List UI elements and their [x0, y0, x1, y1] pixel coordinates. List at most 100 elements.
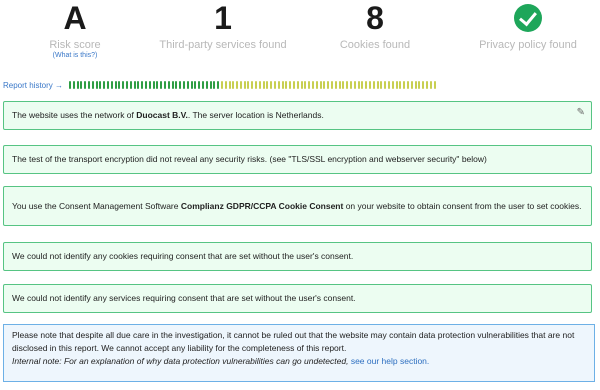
history-tick[interactable] — [270, 81, 273, 89]
history-tick[interactable] — [91, 81, 94, 89]
history-tick[interactable] — [72, 81, 75, 89]
history-tick[interactable] — [422, 81, 425, 89]
history-tick[interactable] — [406, 81, 409, 89]
history-tick[interactable] — [387, 81, 390, 89]
history-tick[interactable] — [80, 81, 83, 89]
history-tick[interactable] — [293, 81, 296, 89]
history-tick[interactable] — [133, 81, 136, 89]
history-tick[interactable] — [338, 81, 341, 89]
history-tick[interactable] — [110, 81, 113, 89]
history-tick[interactable] — [353, 81, 356, 89]
history-tick[interactable] — [175, 81, 178, 89]
history-tick[interactable] — [346, 81, 349, 89]
help-section-link[interactable]: see our help section. — [351, 356, 429, 366]
history-tick[interactable] — [243, 81, 246, 89]
history-tick[interactable] — [327, 81, 330, 89]
history-tick[interactable] — [201, 81, 204, 89]
history-tick[interactable] — [228, 81, 231, 89]
history-tick[interactable] — [247, 81, 250, 89]
history-tick[interactable] — [391, 81, 394, 89]
history-tick[interactable] — [285, 81, 288, 89]
history-tick[interactable] — [141, 81, 144, 89]
history-tick[interactable] — [312, 81, 315, 89]
history-tick[interactable] — [258, 81, 261, 89]
history-tick[interactable] — [236, 81, 239, 89]
history-tick[interactable] — [429, 81, 432, 89]
history-tick[interactable] — [365, 81, 368, 89]
history-tick[interactable] — [125, 81, 128, 89]
history-tick[interactable] — [103, 81, 106, 89]
history-tick[interactable] — [95, 81, 98, 89]
history-tick[interactable] — [205, 81, 208, 89]
history-tick[interactable] — [380, 81, 383, 89]
edit-icon[interactable]: ✎ — [577, 106, 585, 119]
history-tick[interactable] — [69, 81, 72, 89]
history-tick[interactable] — [220, 81, 223, 89]
history-tick[interactable] — [190, 81, 193, 89]
history-tick[interactable] — [107, 81, 109, 89]
history-tick[interactable] — [118, 81, 121, 89]
what-is-this-link[interactable]: (What is this?) — [0, 52, 150, 59]
history-tick[interactable] — [323, 81, 326, 89]
history-tick[interactable] — [156, 81, 159, 89]
history-tick[interactable] — [122, 81, 125, 89]
history-tick[interactable] — [262, 81, 265, 89]
history-tick[interactable] — [296, 81, 299, 89]
history-tick[interactable] — [342, 81, 345, 89]
history-tick[interactable] — [376, 81, 379, 89]
history-tick[interactable] — [368, 81, 371, 89]
history-tick[interactable] — [137, 81, 140, 89]
history-tick[interactable] — [129, 81, 132, 89]
history-tick[interactable] — [277, 81, 280, 89]
history-tick[interactable] — [403, 81, 406, 89]
history-tick[interactable] — [224, 81, 227, 89]
history-tick[interactable] — [194, 81, 197, 89]
report-history-link[interactable]: Report history → — [3, 81, 63, 90]
history-tick[interactable] — [334, 81, 337, 89]
history-tick[interactable] — [198, 81, 201, 89]
history-tick[interactable] — [274, 81, 277, 89]
history-tick[interactable] — [232, 81, 235, 89]
history-tick[interactable] — [182, 81, 185, 89]
history-tick[interactable] — [148, 81, 151, 89]
history-tick[interactable] — [410, 81, 413, 89]
history-tick[interactable] — [266, 81, 269, 89]
history-tick[interactable] — [144, 81, 147, 89]
history-tick[interactable] — [239, 81, 242, 89]
history-tick[interactable] — [209, 81, 212, 89]
history-tick[interactable] — [171, 81, 174, 89]
history-tick[interactable] — [213, 81, 216, 89]
history-tick[interactable] — [167, 81, 170, 89]
history-tick[interactable] — [152, 81, 155, 89]
history-tick[interactable] — [76, 81, 79, 89]
history-tick[interactable] — [217, 81, 220, 89]
history-tick[interactable] — [160, 81, 163, 89]
history-tick[interactable] — [255, 81, 258, 89]
history-tick[interactable] — [186, 81, 189, 89]
history-tick[interactable] — [425, 81, 428, 89]
history-tick[interactable] — [300, 81, 303, 89]
history-tick[interactable] — [357, 81, 360, 89]
history-tick[interactable] — [84, 81, 87, 89]
history-tick[interactable] — [99, 81, 102, 89]
history-tick[interactable] — [418, 81, 421, 89]
history-tick[interactable] — [315, 81, 318, 89]
history-tick[interactable] — [163, 81, 166, 89]
history-tick[interactable] — [331, 81, 334, 89]
history-tick[interactable] — [433, 81, 436, 89]
history-tick[interactable] — [350, 81, 352, 89]
history-tick[interactable] — [88, 81, 91, 89]
history-tick[interactable] — [114, 81, 117, 89]
history-tick[interactable] — [372, 81, 375, 89]
history-tick[interactable] — [281, 81, 284, 89]
history-tick[interactable] — [361, 81, 364, 89]
history-tick[interactable] — [399, 81, 402, 89]
history-tick[interactable] — [289, 81, 292, 89]
history-tick[interactable] — [414, 81, 417, 89]
history-tick[interactable] — [179, 81, 182, 89]
history-tick[interactable] — [319, 81, 322, 89]
history-tick[interactable] — [395, 81, 398, 89]
history-tick[interactable] — [304, 81, 307, 89]
history-tick[interactable] — [308, 81, 311, 89]
history-tick[interactable] — [384, 81, 387, 89]
